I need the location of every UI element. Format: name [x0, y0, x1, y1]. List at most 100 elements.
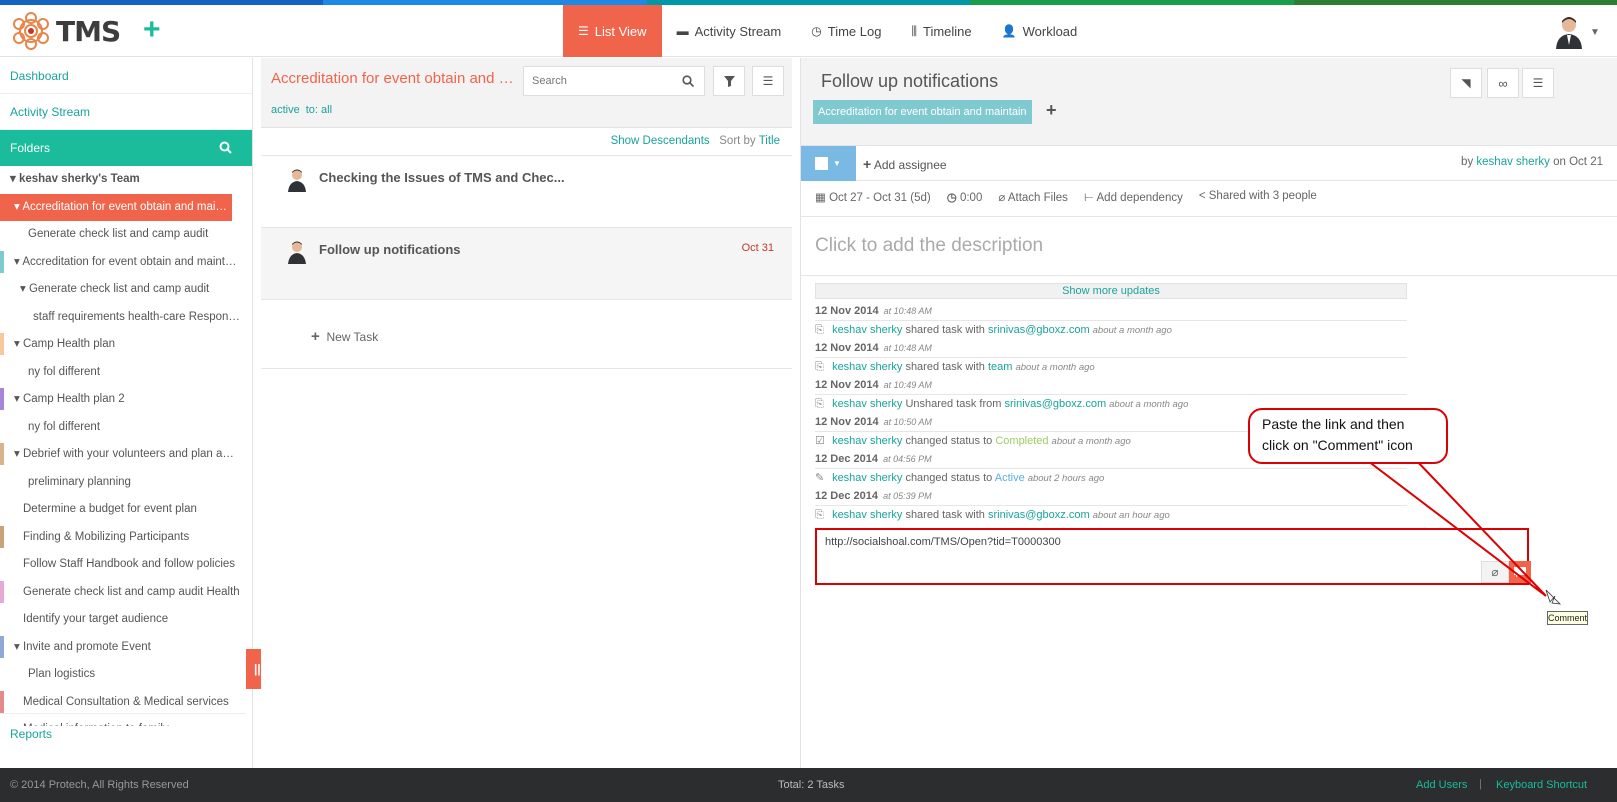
tab-workload[interactable]: 👤 Workload — [987, 5, 1093, 57]
sidebar-folder-item[interactable]: ▾ Accreditation for event obtain and mai… — [0, 193, 232, 221]
add-dependency-button[interactable]: ⊢ Add dependency — [1084, 190, 1183, 204]
folder-tag[interactable]: Accreditation for event obtain and maint… — [813, 100, 1032, 124]
sidebar-folder-item[interactable]: ny fol different — [0, 414, 240, 442]
caret-down-icon[interactable]: ▾ — [10, 173, 19, 185]
sidebar-folder-item[interactable]: preliminary planning — [0, 469, 240, 497]
caret-down-icon[interactable]: ▾ — [14, 393, 23, 405]
update-date: 12 Nov 2014 at 10:49 AM — [815, 376, 1407, 394]
author-link[interactable]: keshav sherky — [1476, 156, 1550, 168]
keyboard-shortcut-link[interactable]: Keyboard Shortcut — [1496, 779, 1587, 791]
update-user-link[interactable]: keshav sherky — [832, 361, 902, 373]
shared-with-button[interactable]: < Shared with 3 people — [1199, 190, 1317, 204]
sort-label: Sort by — [719, 135, 756, 147]
app-logo[interactable]: TMS — [10, 11, 121, 51]
search-icon[interactable] — [682, 75, 694, 87]
filter-button[interactable] — [713, 66, 745, 96]
caret-down-icon[interactable]: ▾ — [14, 448, 23, 460]
comment-input-text[interactable]: http://socialshoal.com/TMS/Open?tid=T000… — [825, 536, 1061, 548]
tab-activity-stream[interactable]: ▬ Activity Stream — [662, 5, 797, 57]
sidebar-folder-item[interactable]: ▾ Accreditation for event obtain and mai… — [0, 249, 240, 277]
sidebar-folder-item[interactable]: staff requirements health-care Responsib… — [0, 304, 240, 332]
sidebar-reports[interactable]: Reports — [0, 713, 246, 753]
sidebar-folder-item[interactable]: ▾ Camp Health plan 2 — [0, 386, 240, 414]
update-user-link[interactable]: keshav sherky — [832, 435, 902, 447]
sidebar-folder-item[interactable]: Follow Staff Handbook and follow policie… — [0, 551, 240, 579]
task-row[interactable]: Follow up notifications Oct 31 — [261, 227, 792, 299]
sidebar-folder-item[interactable]: ▾ Debrief with your volunteers and plan … — [0, 441, 240, 469]
update-target[interactable]: srinivas@gboxz.com — [988, 509, 1090, 521]
show-more-updates-button[interactable]: Show more updates — [815, 283, 1407, 299]
detail-menu-button[interactable]: ☰ — [1522, 68, 1554, 98]
sidebar-activity-stream[interactable]: Activity Stream — [0, 94, 252, 130]
update-ago: about a month ago — [1092, 325, 1172, 336]
attach-comment-button[interactable]: ⌀ — [1481, 561, 1509, 583]
rss-button[interactable]: ◥ — [1450, 68, 1482, 98]
task-meta-row: ▦ Oct 27 - Oct 31 (5d) ◷ 0:00 ⌀ Attach F… — [815, 190, 1317, 204]
tab-time-log[interactable]: ◷ Time Log — [796, 5, 896, 57]
folder-color-bar — [0, 333, 4, 355]
user-avatar[interactable] — [1554, 15, 1584, 49]
caret-down-icon[interactable]: ▾ — [20, 283, 29, 295]
comment-input-box[interactable]: http://socialshoal.com/TMS/Open?tid=T000… — [815, 528, 1531, 585]
description-area[interactable]: Click to add the description — [801, 216, 1617, 276]
update-user-link[interactable]: keshav sherky — [832, 398, 902, 410]
tab-timeline[interactable]: ⫼ Timeline — [896, 5, 986, 57]
show-descendants-link[interactable]: Show Descendants — [611, 135, 710, 147]
task-title[interactable]: Follow up notifications — [821, 71, 998, 92]
new-task-row[interactable]: + New Task — [261, 299, 792, 369]
sidebar-folder-item[interactable]: Identify your target audience — [0, 606, 240, 634]
folder-title[interactable]: Accreditation for event obtain and maint… — [271, 70, 521, 87]
sidebar-dashboard[interactable]: Dashboard — [0, 58, 252, 94]
sidebar-folder-item[interactable]: Generate check list and camp audit — [0, 221, 240, 249]
caret-down-icon[interactable]: ▾ — [14, 338, 23, 350]
sidebar-folder-item[interactable]: ny fol different — [0, 359, 240, 387]
link-icon: ∞ — [1498, 75, 1508, 91]
sort-field-link[interactable]: Title — [759, 135, 780, 147]
list-menu-button[interactable]: ☰ — [752, 66, 784, 96]
search-input[interactable] — [524, 67, 664, 95]
status-dropdown[interactable]: ▼ — [801, 146, 856, 181]
date-range[interactable]: ▦ Oct 27 - Oct 31 (5d) — [815, 190, 931, 204]
sliders-icon: ⫼ — [911, 23, 917, 38]
search-icon[interactable] — [219, 141, 232, 154]
sidebar-folder-item[interactable]: ▾ Invite and promote Event — [0, 634, 240, 662]
folder-tree: ▾ keshav sherky's Team ▾ Accreditation fo… — [0, 166, 252, 726]
update-user-link[interactable]: keshav sherky — [832, 509, 902, 521]
tab-list-view[interactable]: ☰ List View — [563, 5, 662, 57]
update-target[interactable]: srinivas@gboxz.com — [1004, 398, 1106, 410]
sidebar-folder-item[interactable]: ▾ Camp Health plan — [0, 331, 240, 359]
update-user-link[interactable]: keshav sherky — [832, 324, 902, 336]
sidebar-folder-item[interactable]: Plan logistics — [0, 661, 240, 689]
calendar-icon: ▦ — [815, 192, 826, 204]
plus-icon: + — [863, 156, 872, 172]
plus-icon[interactable]: + — [143, 13, 161, 47]
filter-to-all[interactable]: to: all — [306, 104, 332, 116]
sidebar-folder-item[interactable]: Determine a budget for event plan — [0, 496, 240, 524]
update-date-text: 12 Nov 2014 — [815, 416, 879, 428]
status-checkbox[interactable] — [815, 157, 828, 170]
user-menu-caret-icon[interactable]: ▼ — [1590, 27, 1600, 38]
time-spent[interactable]: ◷ 0:00 — [947, 190, 983, 204]
folder-color-bar — [0, 250, 4, 273]
filter-active[interactable]: active — [271, 104, 300, 116]
link-button[interactable]: ∞ — [1487, 68, 1519, 98]
update-user-link[interactable]: keshav sherky — [832, 472, 902, 484]
share-icon: ⎘ — [815, 361, 824, 373]
task-row[interactable]: Checking the Issues of TMS and Chec... — [261, 155, 792, 227]
update-target[interactable]: team — [988, 361, 1012, 373]
sidebar-folder-item[interactable]: Generate check list and camp audit Healt… — [0, 579, 240, 607]
caret-down-icon[interactable]: ▾ — [14, 641, 23, 653]
sidebar-folder-item[interactable]: ▾ Generate check list and camp audit — [0, 276, 240, 304]
folder-label: Generate check list and camp audit Healt… — [23, 585, 240, 598]
sidebar-folder-item[interactable]: Medical Consultation & Medical services — [0, 689, 240, 717]
add-users-link[interactable]: Add Users — [1416, 779, 1467, 791]
sidebar-team[interactable]: ▾ keshav sherky's Team — [0, 166, 240, 194]
add-folder-plus-icon[interactable]: + — [1046, 100, 1057, 121]
add-assignee-button[interactable]: + Add assignee — [863, 156, 947, 172]
comment-submit-button[interactable] — [1509, 561, 1531, 583]
folder-color-bar — [0, 443, 4, 465]
sidebar-folder-item[interactable]: Finding & Mobilizing Participants — [0, 524, 240, 552]
update-date: 12 Nov 2014 at 10:48 AM — [815, 302, 1407, 320]
attach-files-button[interactable]: ⌀ Attach Files — [998, 190, 1068, 204]
update-target[interactable]: srinivas@gboxz.com — [988, 324, 1090, 336]
